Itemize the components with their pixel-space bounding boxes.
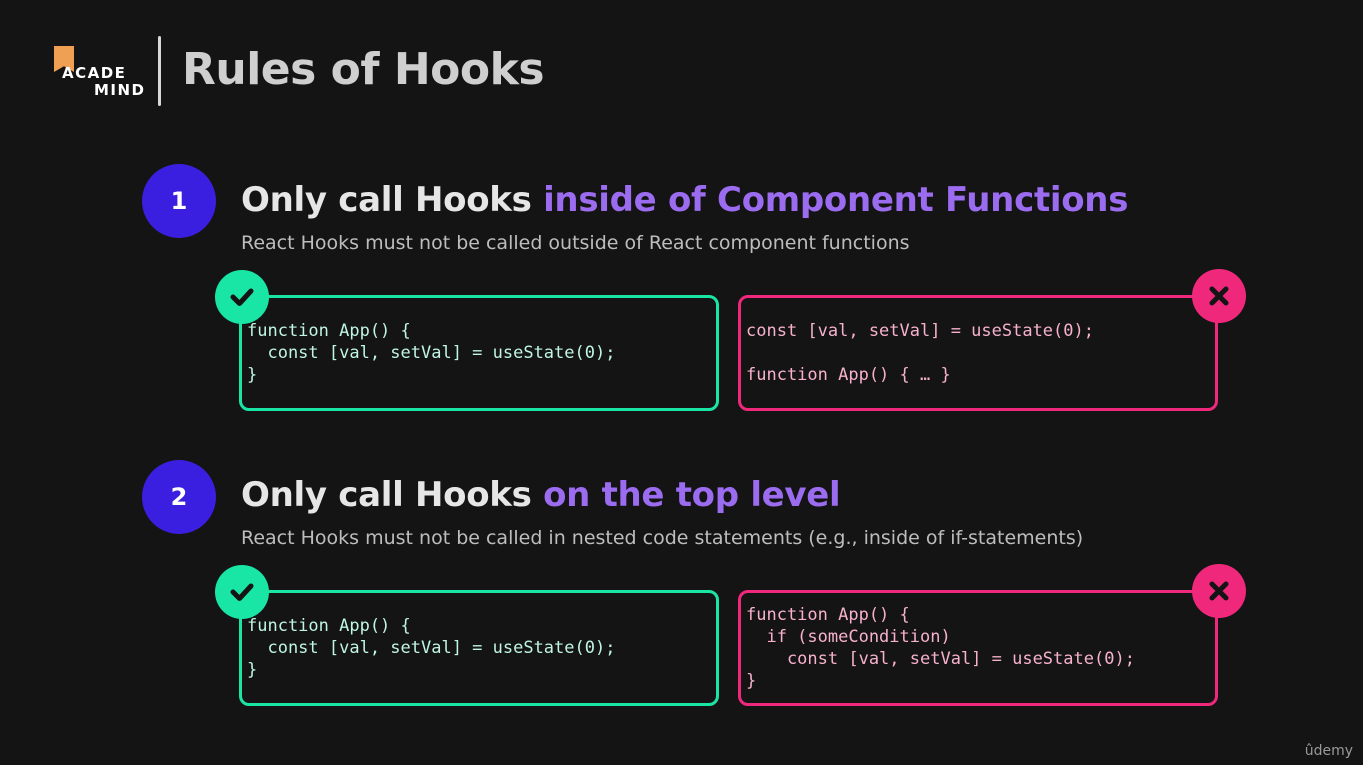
rule-2-heading-plain: Only call Hooks — [241, 475, 544, 515]
logo-text-line1: ACADE — [62, 64, 127, 82]
rule-2-subtitle: React Hooks must not be called in nested… — [241, 527, 1084, 549]
checkmark-icon — [215, 565, 269, 619]
academind-logo: ACADE MIND — [52, 44, 148, 100]
rule-1-heading-highlight: inside of Component Functions — [543, 180, 1129, 220]
x-icon — [1192, 269, 1246, 323]
rule-1-number: 1 — [142, 164, 216, 238]
logo-text-line2: MIND — [94, 81, 146, 99]
rule-2-number: 2 — [142, 460, 216, 534]
rule-1-correct-code: function App() { const [val, setVal] = u… — [247, 321, 616, 385]
rule-2-wrong-code: function App() { if (someCondition) cons… — [746, 605, 1135, 691]
rule-1-subtitle: React Hooks must not be called outside o… — [241, 232, 910, 254]
header-divider — [158, 36, 161, 106]
rule-1-heading: Only call Hooks inside of Component Func… — [241, 180, 1128, 220]
checkmark-icon — [215, 270, 269, 324]
udemy-watermark: ûdemy — [1304, 743, 1353, 759]
rule-1-heading-plain: Only call Hooks — [241, 180, 544, 220]
rule-2-correct-code: function App() { const [val, setVal] = u… — [247, 616, 616, 680]
page-title: Rules of Hooks — [182, 44, 545, 95]
rule-1-wrong-code: const [val, setVal] = useState(0); funct… — [746, 321, 1094, 385]
x-icon — [1192, 564, 1246, 618]
rule-2-heading-highlight: on the top level — [543, 475, 841, 515]
rule-2-heading: Only call Hooks on the top level — [241, 475, 841, 515]
